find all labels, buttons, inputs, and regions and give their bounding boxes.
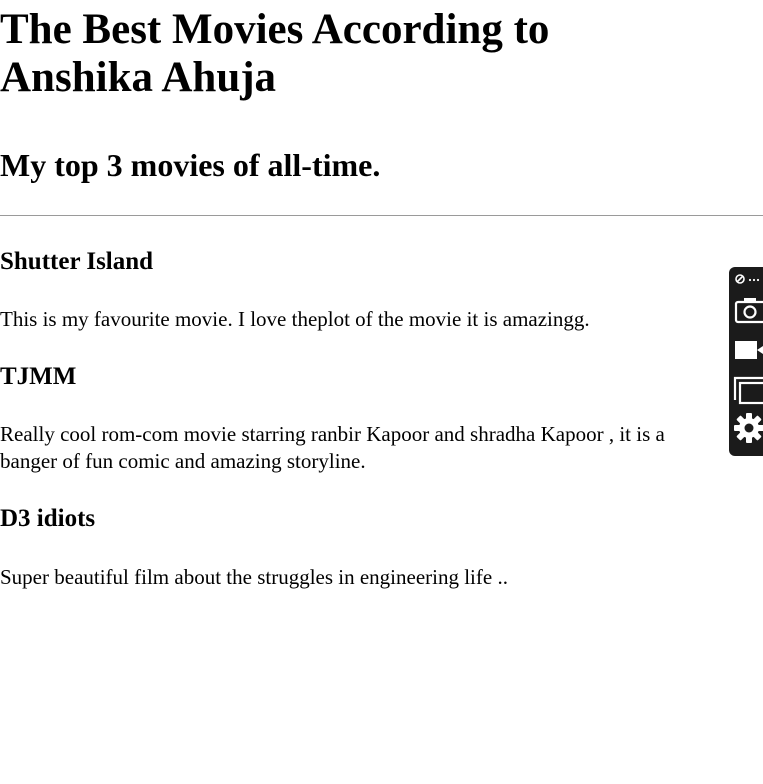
camera-icon (734, 298, 763, 324)
movie-title-d3-idiots: D3 idiots (0, 505, 96, 532)
more-icon (748, 278, 752, 282)
page-title-line-2: Anshika Ahuja (0, 54, 277, 101)
settings-button[interactable] (733, 411, 763, 445)
movie-description-tjmm: Really cool rom-com movie starring ranbi… (0, 422, 665, 473)
video-icon (735, 341, 763, 359)
page-subtitle: My top 3 movies of all-time. (0, 147, 381, 183)
screenshot-button[interactable] (733, 293, 763, 327)
page-title: The Best Movies According to Anshika Ahuj… (0, 6, 700, 102)
movie-description-d3-idiots: Super beautiful film about the struggles… (0, 565, 508, 589)
link-icon (735, 274, 760, 284)
windows-icon (733, 376, 763, 405)
movie-title-shutter-island: Shutter Island (0, 248, 154, 275)
divider (0, 215, 763, 216)
page: The Best Movies According to Anshika Ahuj… (0, 0, 763, 784)
movie-description-shutter-island: This is my favourite movie. I love thepl… (0, 307, 590, 331)
capture-toolbar (729, 267, 763, 456)
toolbar-header[interactable] (733, 272, 763, 286)
movie-title-tjmm: TJMM (0, 363, 77, 390)
page-title-line-1: The Best Movies According to (0, 6, 550, 53)
window-capture-button[interactable] (733, 372, 763, 406)
gear-icon (734, 413, 763, 443)
record-video-button[interactable] (733, 333, 763, 367)
